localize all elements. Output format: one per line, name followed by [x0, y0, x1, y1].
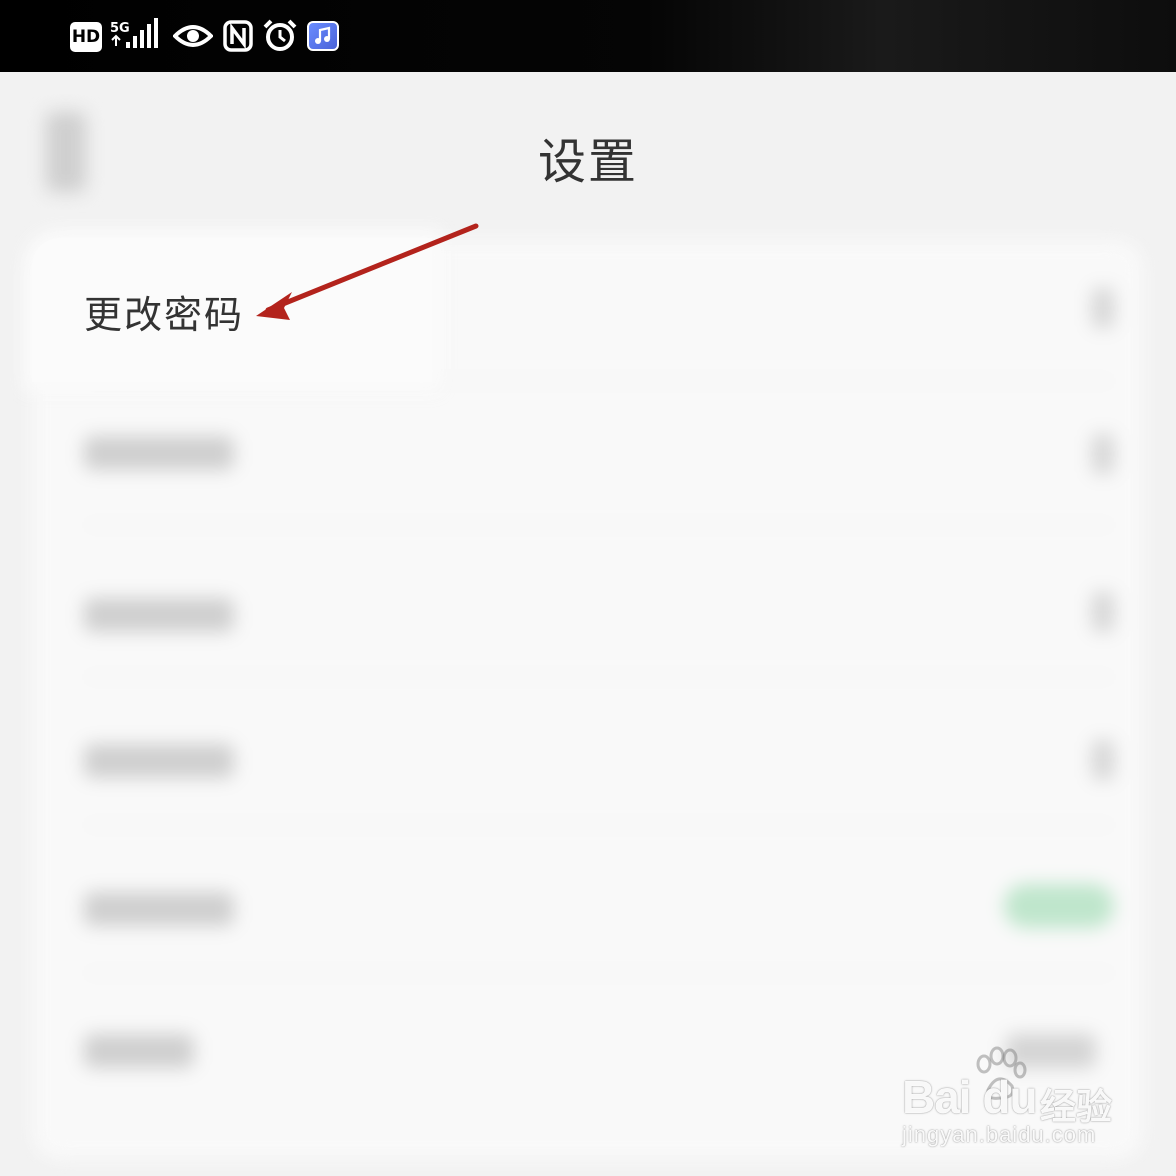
nfc-icon	[222, 18, 254, 54]
row-divider	[84, 824, 1114, 826]
page-title: 设置	[537, 134, 638, 190]
toggle-switch	[1004, 884, 1114, 928]
chevron-right-icon	[1092, 434, 1114, 474]
settings-row-label	[84, 892, 234, 926]
network-type-label: 5G	[110, 21, 130, 36]
watermark-brand: Bai du	[902, 1071, 1038, 1123]
change-password-label[interactable]: 更改密码	[84, 284, 244, 339]
baidu-jingyan-watermark: Bai du 经验 jingyan.baidu.com	[900, 1040, 1140, 1160]
settings-row-label	[84, 744, 234, 778]
settings-row-label	[84, 436, 234, 470]
chevron-right-icon	[1092, 592, 1114, 632]
watermark-url: jingyan.baidu.com	[902, 1122, 1097, 1147]
status-bar: HD 5G	[0, 0, 1176, 72]
row-divider	[84, 676, 1114, 678]
settings-row-label	[84, 1034, 194, 1068]
signal-icon: 5G	[110, 18, 164, 54]
row-divider	[84, 972, 1114, 974]
music-app-icon	[307, 21, 339, 51]
alarm-icon	[262, 18, 298, 54]
settings-row-label	[84, 598, 234, 632]
chevron-right-icon	[1092, 740, 1114, 780]
eye-icon	[172, 18, 214, 54]
row-divider	[84, 524, 1114, 526]
hd-icon: HD	[70, 22, 102, 52]
chevron-right-icon	[1092, 288, 1114, 328]
hd-label: HD	[71, 27, 101, 47]
